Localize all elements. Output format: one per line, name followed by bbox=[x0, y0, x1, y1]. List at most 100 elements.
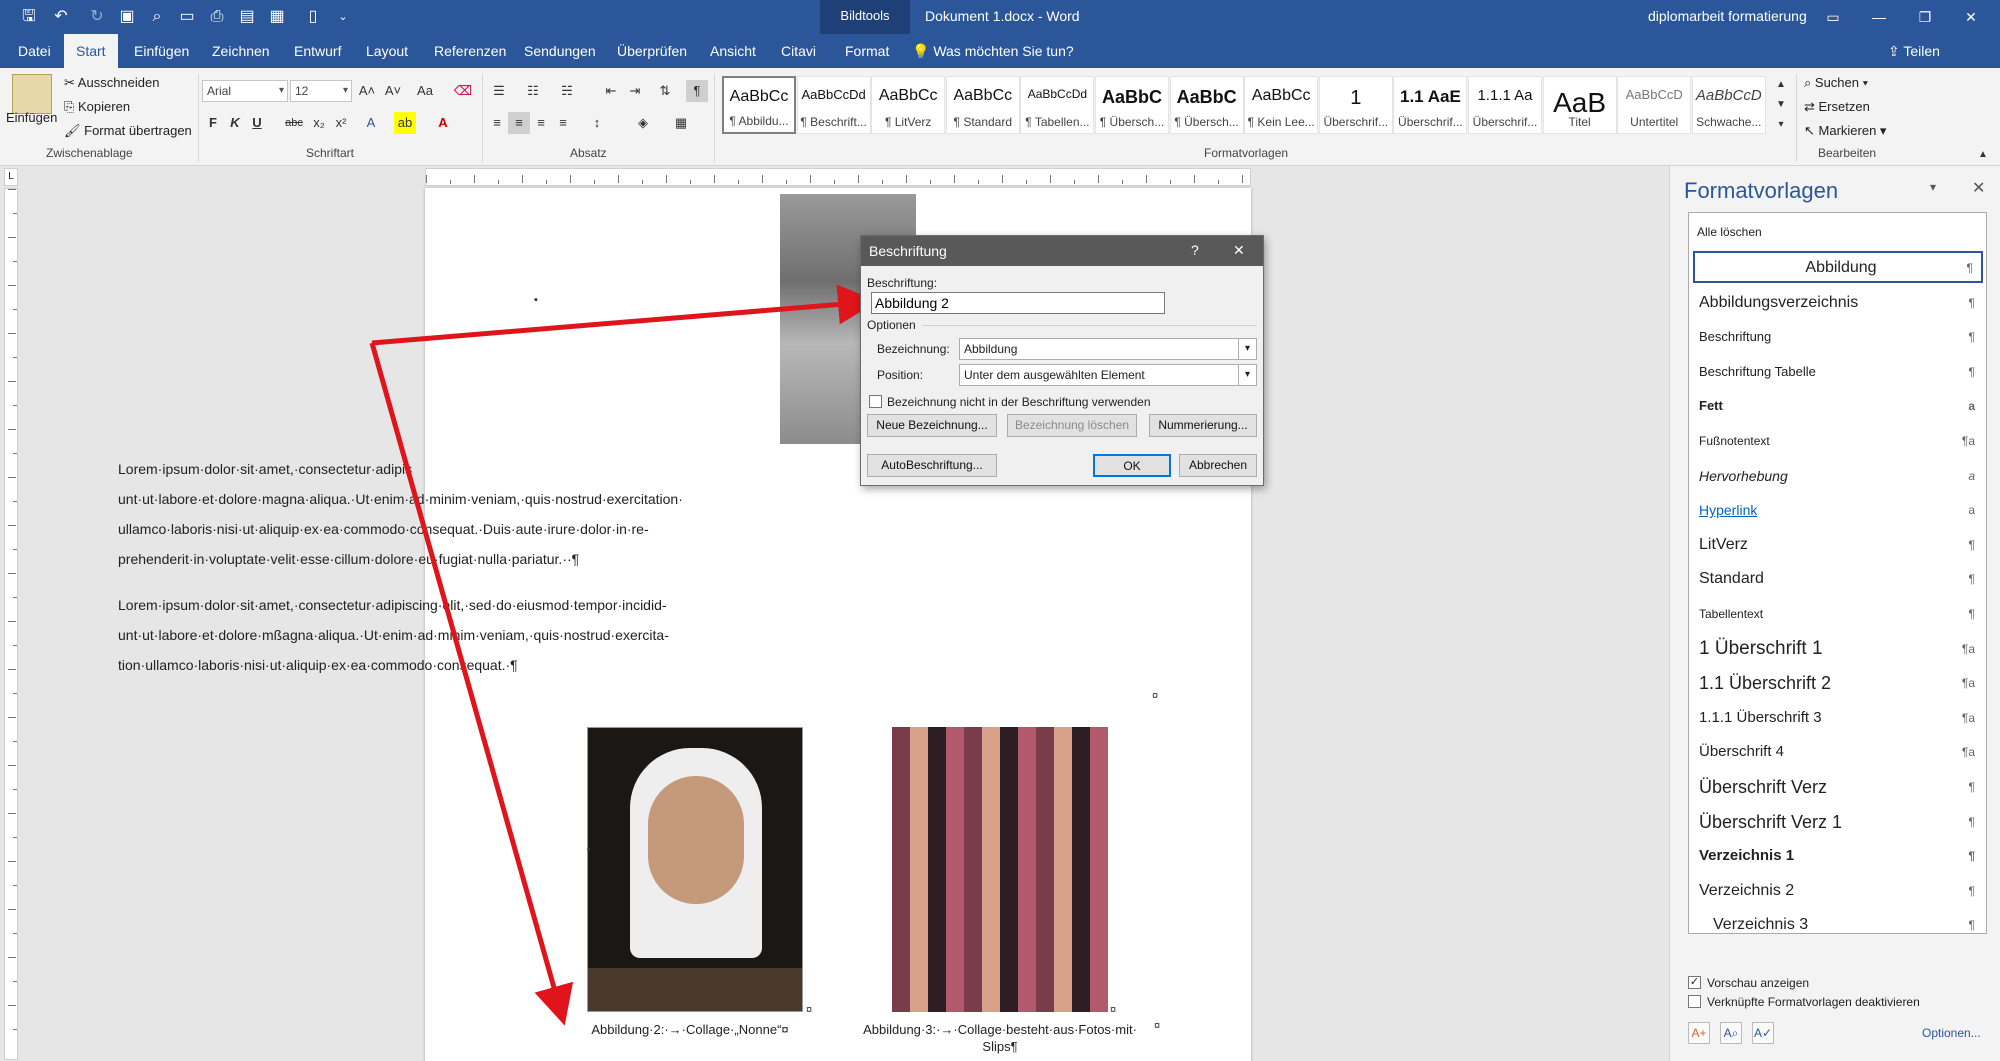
disable-linked-checkbox[interactable] bbox=[1688, 995, 1701, 1008]
pane-options-link[interactable]: Optionen... bbox=[1922, 1026, 1981, 1040]
cancel-button[interactable]: Abbrechen bbox=[1179, 454, 1257, 477]
chevron-down-icon: ▾ bbox=[1238, 339, 1256, 359]
style-item[interactable]: Fett a bbox=[1693, 389, 1983, 423]
style-item-label: Tabellentext bbox=[1699, 607, 1764, 621]
style-item[interactable]: Überschrift Verz 1 ¶ bbox=[1693, 805, 1983, 839]
arrow-to-figure-caption bbox=[369, 342, 574, 1026]
caption-label: Beschriftung: bbox=[867, 276, 938, 290]
show-preview-label: Vorschau anzeigen bbox=[1707, 976, 1810, 990]
style-type-icon: ¶ bbox=[1968, 572, 1975, 587]
style-item[interactable]: LitVerz ¶ bbox=[1693, 528, 1983, 562]
style-item[interactable]: Standard ¶ bbox=[1693, 562, 1983, 596]
style-item-label: 1.1.1 Überschrift 3 bbox=[1699, 708, 1822, 726]
chevron-down-icon: ▾ bbox=[1238, 365, 1256, 385]
style-type-icon: ¶a bbox=[1961, 676, 1975, 691]
style-type-icon: ¶ bbox=[1968, 883, 1975, 898]
style-item-label: 1.1 Überschrift 2 bbox=[1699, 673, 1832, 694]
style-item-label: Verzeichnis 1 bbox=[1699, 847, 1795, 865]
style-item[interactable]: Beschriftung Tabelle ¶ bbox=[1693, 355, 1983, 389]
exclude-label-text: Bezeichnung nicht in der Beschriftung ve… bbox=[887, 395, 1151, 409]
word-window: 🖫 ↶ ↻ ▣ ⌕ ▭ ⎙ ▤ ▦ ▯ ⌄ Bildtools Dokument… bbox=[0, 0, 2000, 1061]
label-label: Bezeichnung: bbox=[877, 342, 950, 356]
style-item[interactable]: Hervorhebung a bbox=[1693, 459, 1983, 493]
style-item-label: Verzeichnis 3 bbox=[1713, 916, 1809, 934]
style-item[interactable]: Verzeichnis 1 ¶ bbox=[1693, 839, 1983, 873]
styles-list: Alle löschen Abbildung ¶ Abbildungsverzeic… bbox=[1688, 212, 1987, 934]
autocaption-button[interactable]: AutoBeschriftung... bbox=[867, 454, 997, 477]
style-type-icon: a bbox=[1968, 468, 1975, 483]
style-type-icon: ¶ bbox=[1968, 780, 1975, 794]
help-button[interactable]: ? bbox=[1191, 242, 1199, 258]
style-item[interactable]: Beschriftung ¶ bbox=[1693, 320, 1983, 354]
style-item-label: 1 Überschrift 1 bbox=[1699, 637, 1823, 659]
style-type-icon: ¶a bbox=[1961, 745, 1975, 760]
style-type-icon: ¶ bbox=[1968, 607, 1975, 621]
styles-pane: Formatvorlagen ▾ ✕ Alle löschen Abbildun… bbox=[1669, 166, 2000, 1061]
style-item-label: LitVerz bbox=[1699, 535, 1748, 553]
style-type-icon: ¶a bbox=[1961, 710, 1975, 725]
style-item-label: Überschrift Verz bbox=[1699, 777, 1828, 797]
style-item[interactable]: Überschrift Verz ¶ bbox=[1693, 770, 1983, 804]
clear-all-item[interactable]: Alle löschen bbox=[1697, 225, 1762, 239]
dialog-title-bar[interactable]: Beschriftung bbox=[861, 236, 1263, 266]
style-type-icon: ¶ bbox=[1968, 364, 1975, 379]
style-item-label: Fett bbox=[1699, 398, 1723, 414]
style-item-label: Überschrift 4 bbox=[1699, 743, 1785, 761]
label-select-value: Abbildung bbox=[964, 342, 1018, 356]
pane-options-chevron-icon[interactable]: ▾ bbox=[1930, 180, 1936, 194]
style-item[interactable]: 1.1.1 Überschrift 3 ¶a bbox=[1693, 701, 1983, 735]
style-item-label: Beschriftung Tabelle bbox=[1699, 363, 1816, 379]
position-select[interactable]: Unter dem ausgewählten Element ▾ bbox=[959, 364, 1257, 386]
position-select-value: Unter dem ausgewählten Element bbox=[964, 368, 1145, 382]
disable-linked-label: Verknüpfte Formatvorlagen deaktivieren bbox=[1707, 995, 1920, 1009]
show-preview-checkbox[interactable]: ✓ bbox=[1688, 976, 1701, 989]
style-item[interactable]: Verzeichnis 3 ¶ bbox=[1693, 908, 1983, 942]
style-type-icon: ¶ bbox=[1968, 849, 1975, 864]
style-item-label: Verzeichnis 2 bbox=[1699, 881, 1795, 899]
dialog-close-icon[interactable]: ✕ bbox=[1233, 242, 1245, 259]
style-item-label: Abbildungsverzeichnis bbox=[1699, 293, 1859, 311]
style-type-icon: ¶a bbox=[1961, 641, 1975, 656]
style-item-label: Hervorhebung bbox=[1699, 467, 1788, 484]
style-item[interactable]: Fußnotentext ¶a bbox=[1693, 424, 1983, 458]
new-style-icon[interactable]: A+ bbox=[1688, 1022, 1710, 1044]
style-item-label: Abbildung bbox=[1805, 259, 1877, 276]
style-type-icon: ¶ bbox=[1968, 537, 1975, 552]
style-item-label: Fußnotentext bbox=[1699, 434, 1770, 448]
style-item-label: Hyperlink bbox=[1699, 502, 1758, 519]
divider bbox=[923, 325, 1257, 326]
style-type-icon: ¶ bbox=[1968, 330, 1975, 345]
style-item-label: Standard bbox=[1699, 570, 1764, 588]
caption-dialog: Beschriftung ? ✕ Beschriftung: Abbildung… bbox=[860, 235, 1264, 486]
style-type-icon: ¶a bbox=[1961, 434, 1975, 448]
style-item[interactable]: Verzeichnis 2 ¶ bbox=[1693, 874, 1983, 908]
label-select[interactable]: Abbildung ▾ bbox=[959, 338, 1257, 360]
style-inspector-icon[interactable]: A⌕ bbox=[1720, 1022, 1742, 1044]
style-item[interactable]: Hyperlink a bbox=[1693, 493, 1983, 527]
style-item-label: Beschriftung bbox=[1699, 329, 1772, 345]
position-label: Position: bbox=[877, 368, 924, 382]
arrow-to-caption-field bbox=[371, 284, 878, 346]
style-item[interactable]: Überschrift 4 ¶a bbox=[1693, 735, 1983, 769]
ok-button[interactable]: OK bbox=[1093, 454, 1171, 477]
manage-styles-icon[interactable]: A✓ bbox=[1752, 1022, 1774, 1044]
new-label-button[interactable]: Neue Bezeichnung... bbox=[867, 414, 997, 437]
caption-input[interactable]: Abbildung 2 bbox=[871, 292, 1165, 314]
exclude-label-checkbox[interactable] bbox=[869, 395, 882, 408]
options-heading: Optionen bbox=[867, 318, 916, 332]
delete-label-button[interactable]: Bezeichnung löschen bbox=[1007, 414, 1137, 437]
style-type-icon: ¶ bbox=[1968, 918, 1975, 933]
numbering-button[interactable]: Nummerierung... bbox=[1149, 414, 1257, 437]
style-item-label: Überschrift Verz 1 bbox=[1699, 811, 1843, 832]
dialog-title: Beschriftung bbox=[869, 243, 947, 259]
style-item[interactable]: Abbildung ¶ bbox=[1693, 251, 1983, 283]
style-item[interactable]: Abbildungsverzeichnis ¶ bbox=[1693, 286, 1983, 320]
pane-close-icon[interactable]: ✕ bbox=[1972, 178, 1985, 198]
style-type-icon: a bbox=[1968, 503, 1975, 518]
style-item[interactable]: Tabellentext ¶ bbox=[1693, 597, 1983, 631]
style-type-icon: ¶ bbox=[1966, 261, 1973, 275]
style-type-icon: a bbox=[1968, 399, 1975, 414]
style-item[interactable]: 1.1 Überschrift 2 ¶a bbox=[1693, 666, 1983, 700]
style-type-icon: ¶ bbox=[1968, 814, 1975, 829]
style-item[interactable]: 1 Überschrift 1 ¶a bbox=[1693, 632, 1983, 666]
